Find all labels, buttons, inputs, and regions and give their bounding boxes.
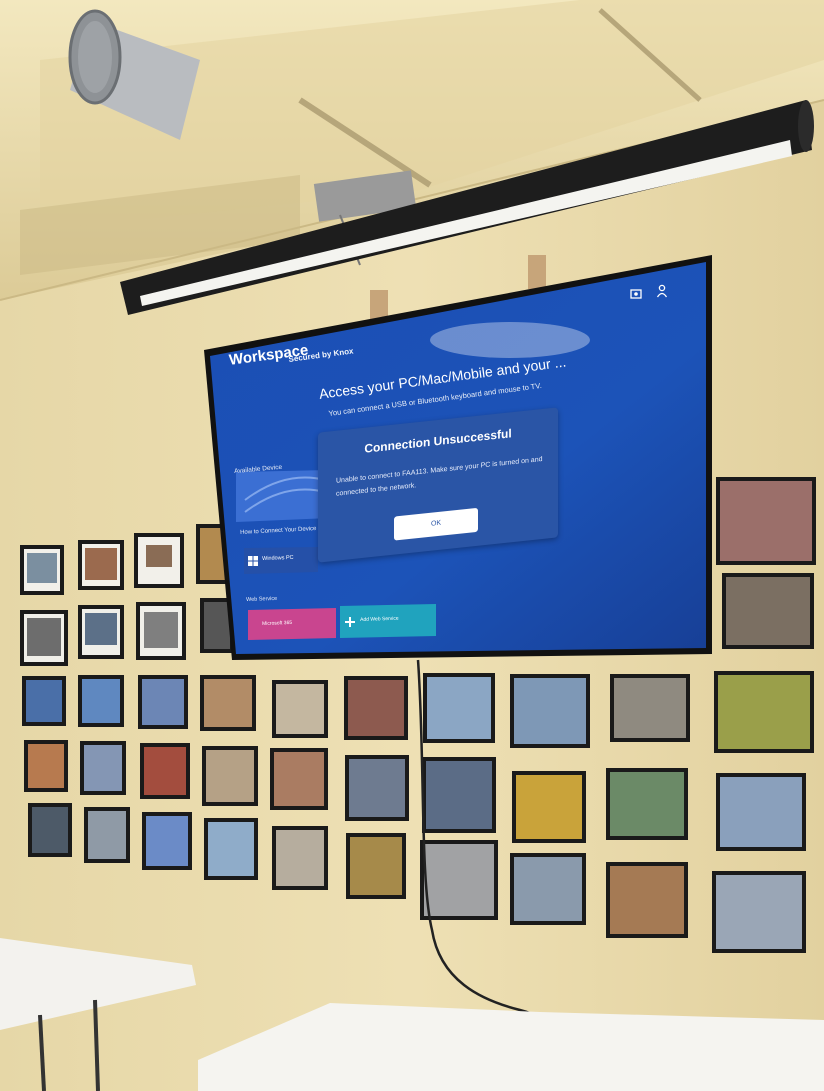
wall-mount-block-2 [528,255,546,289]
web-service-label: Web Service [246,595,278,603]
ok-button[interactable]: OK [394,507,478,541]
photo-scene: Workspace Secured by Knox Access your PC… [0,0,824,1091]
dialog-message: Unable to connect to FAA113. Make sure y… [336,456,543,498]
settings-icon[interactable] [630,287,642,299]
connection-dialog: Connection Unsuccessful Unable to connec… [318,407,558,563]
plus-icon[interactable] [345,614,355,627]
microsoft-tile-label[interactable]: Microsoft 365 [262,620,292,627]
windows-pc-label[interactable]: Windows PC [262,555,294,562]
windows-icon [248,553,258,566]
person-icon[interactable] [656,284,668,298]
